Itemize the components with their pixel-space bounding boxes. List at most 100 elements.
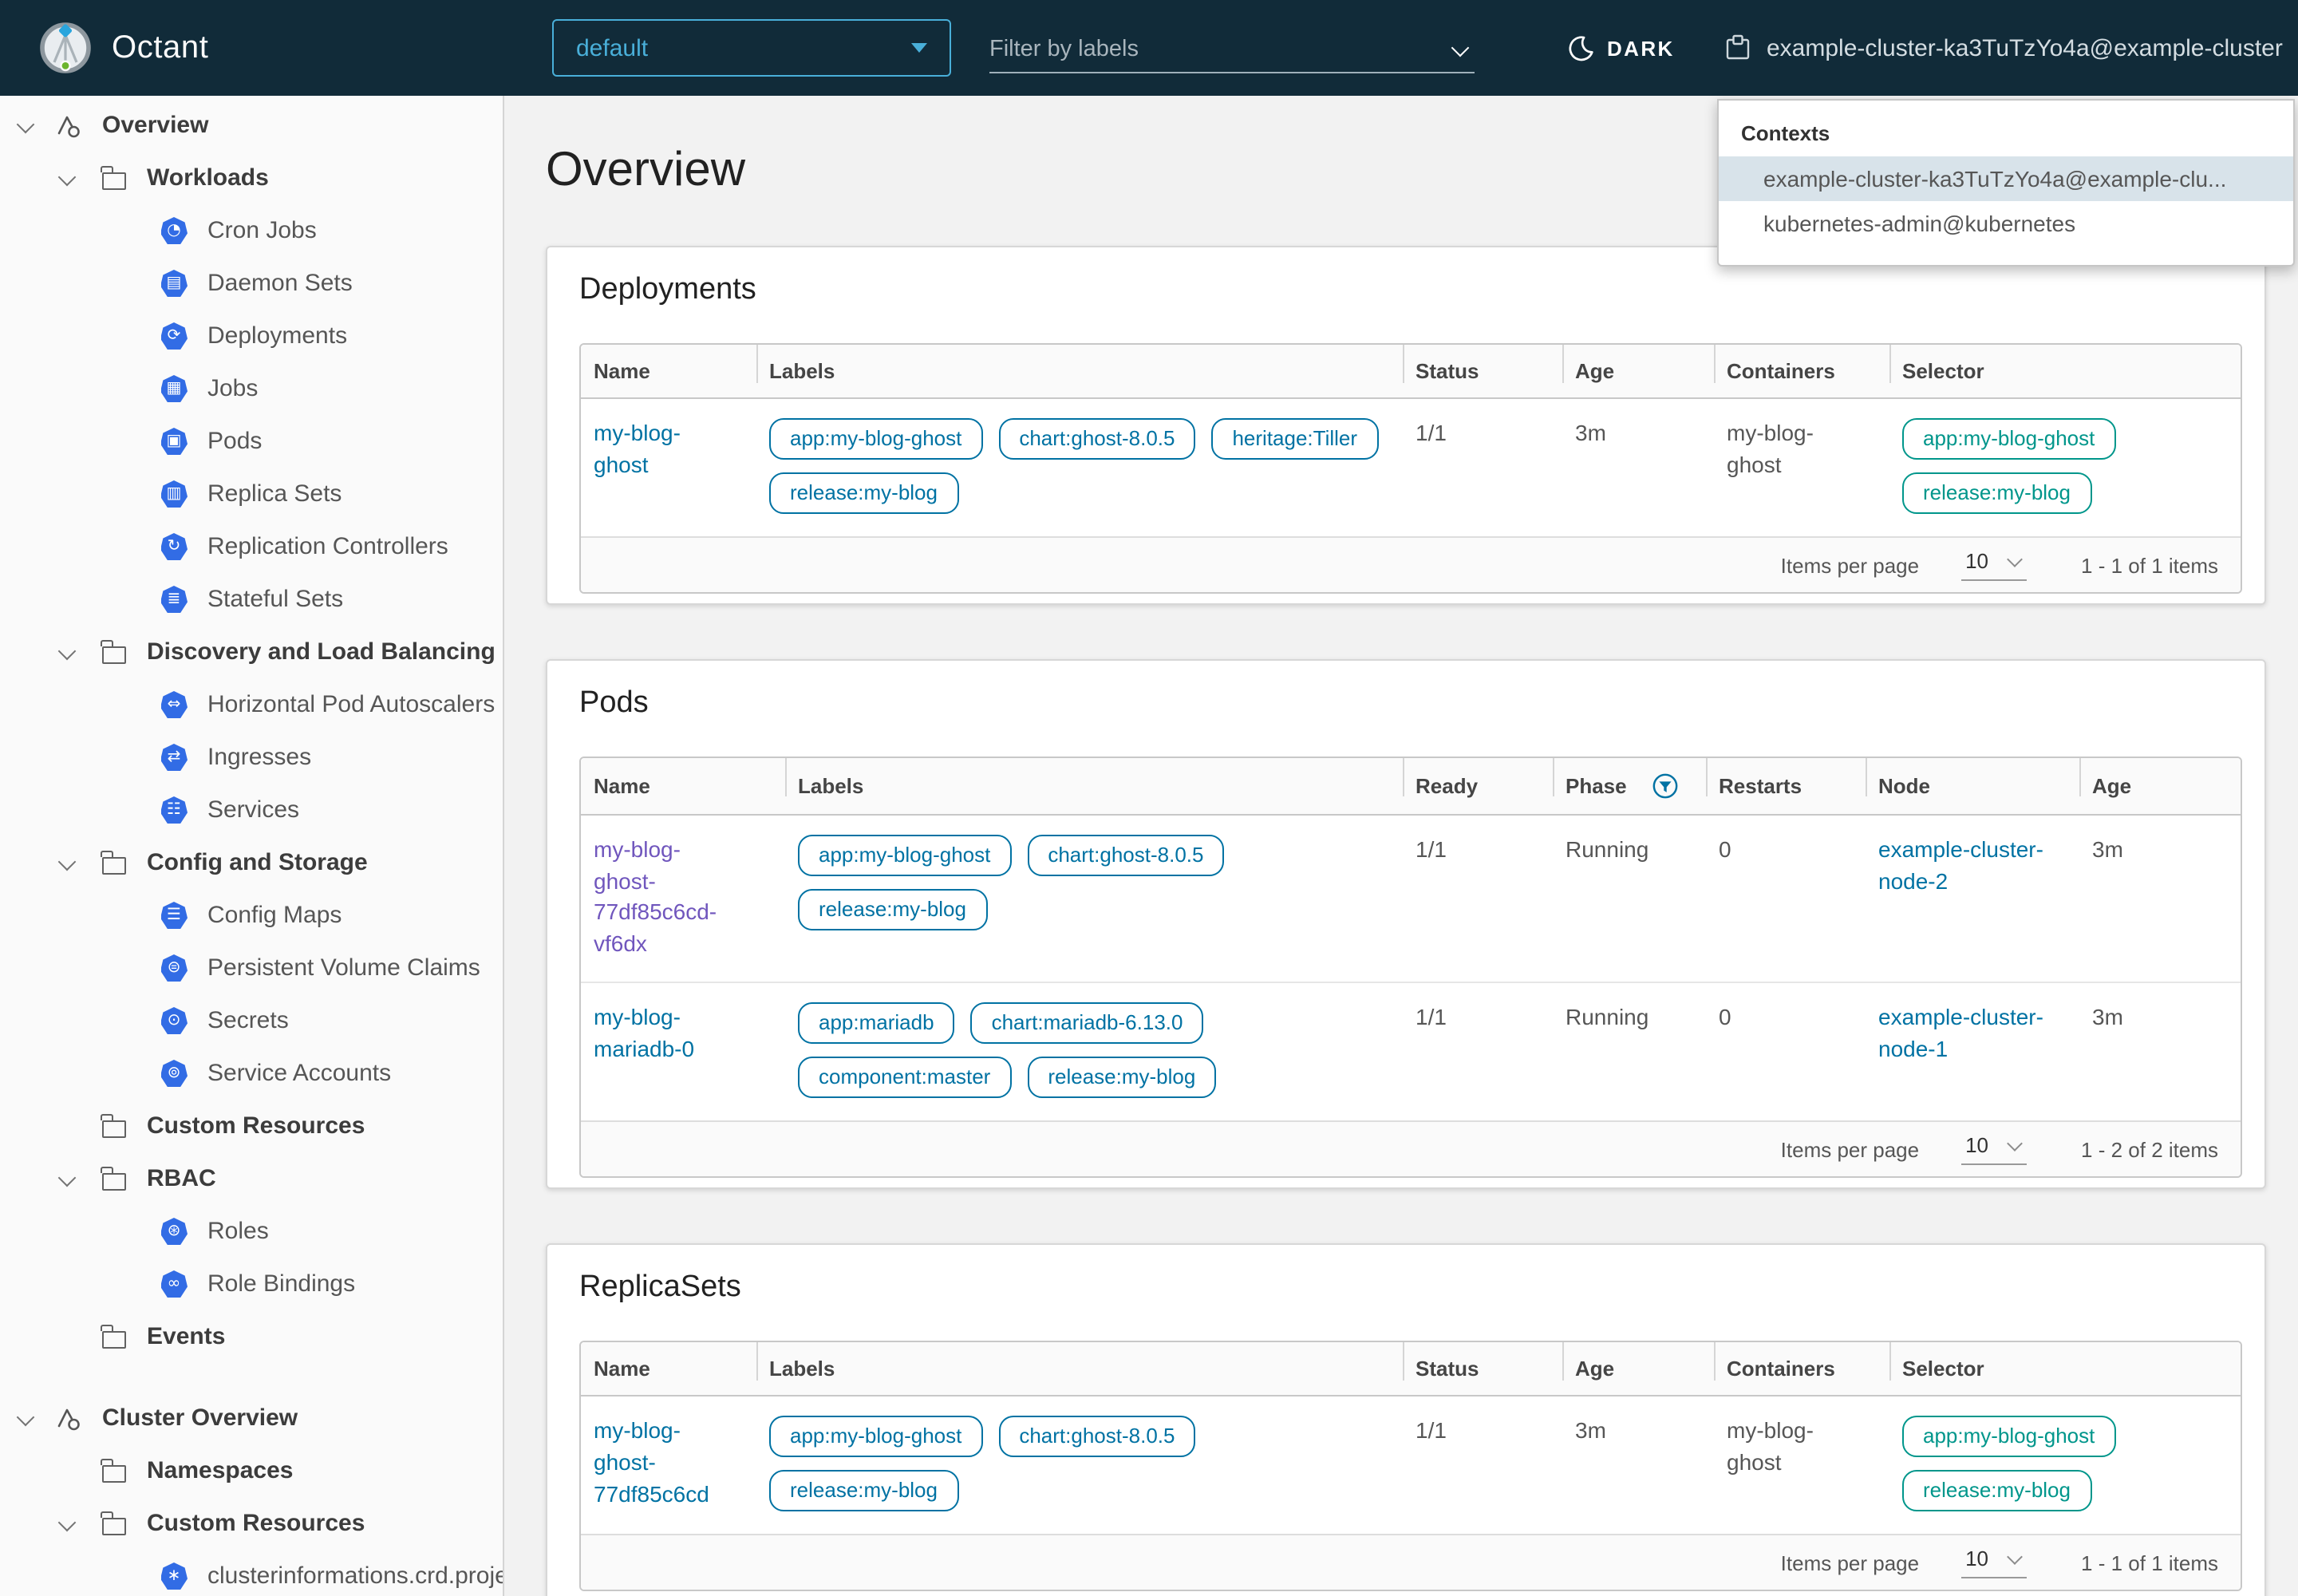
label-tag[interactable]: app:mariadb — [798, 1003, 955, 1045]
sidebar-item-role-bindings[interactable]: Role Bindings — [0, 1258, 503, 1310]
node-link[interactable]: example-cluster-node-2 — [1878, 836, 2057, 862]
sidebar-item-ingresses[interactable]: Ingresses — [0, 731, 503, 784]
column-header-name[interactable]: Name — [581, 345, 756, 397]
label-tag[interactable]: app:my-blog-ghost — [798, 835, 1011, 876]
column-header-status[interactable]: Status — [1403, 1343, 1562, 1396]
chevron-down-icon[interactable] — [57, 1514, 77, 1533]
label-tag[interactable]: release:my-blog — [769, 472, 958, 514]
label-tag[interactable]: chart:ghost-8.0.5 — [998, 418, 1195, 460]
sidebar-item-overview[interactable]: Overview — [0, 99, 503, 152]
filter-icon[interactable] — [1652, 772, 1680, 800]
pod-link[interactable]: my-blog-ghost-77df85c6cd-vf6dx — [594, 836, 740, 862]
theme-toggle[interactable]: DARK — [1567, 0, 1675, 96]
selector-tag[interactable]: release:my-blog — [1902, 472, 2091, 514]
label-filter-input[interactable] — [989, 36, 1446, 61]
deployment-link[interactable]: my-blog-ghost — [594, 420, 712, 445]
selector-tag[interactable]: app:my-blog-ghost — [1902, 1416, 2115, 1458]
replicaset-link[interactable]: my-blog-ghost-77df85c6cd — [594, 1418, 737, 1444]
chevron-down-icon[interactable] — [57, 853, 77, 872]
sidebar-item-custom-resources[interactable]: Custom Resources — [0, 1100, 503, 1152]
label-tag[interactable]: chart:ghost-8.0.5 — [1027, 835, 1224, 876]
chevron-down-icon[interactable] — [1452, 41, 1468, 57]
deployments-table: Name Labels Status Age Containers Select… — [579, 343, 2242, 594]
sidebar-item-discovery-and-load-balancing[interactable]: Discovery and Load Balancing — [0, 626, 503, 678]
label-tag[interactable]: component:master — [798, 1057, 1011, 1099]
sidebar-item-config-maps[interactable]: Config Maps — [0, 889, 503, 942]
label-tag[interactable]: heritage:Tiller — [1211, 418, 1378, 460]
sidebar-item-cluster-custom-resources[interactable]: Custom Resources — [0, 1497, 503, 1550]
chevron-down-icon[interactable] — [57, 1169, 77, 1188]
page-size-select[interactable]: 10 — [1960, 1134, 2027, 1166]
selectors-group: app:my-blog-ghost release:my-blog — [1902, 1416, 2228, 1512]
sidebar-item-label: Ingresses — [207, 744, 311, 771]
sidebar-item-namespaces[interactable]: Namespaces — [0, 1444, 503, 1497]
sidebar-item-rbac[interactable]: RBAC — [0, 1152, 503, 1205]
sidebar-item-workloads[interactable]: Workloads — [0, 152, 503, 204]
sidebar-item-label: Role Bindings — [207, 1270, 355, 1298]
namespace-select[interactable]: default — [552, 19, 951, 77]
column-header-age[interactable]: Age — [1562, 1343, 1714, 1396]
sidebar-item-cluster-overview[interactable]: Cluster Overview — [0, 1392, 503, 1444]
sidebar-item-label: Replica Sets — [207, 480, 342, 508]
selector-tag[interactable]: app:my-blog-ghost — [1902, 418, 2115, 460]
column-header-labels[interactable]: Labels — [785, 758, 1403, 814]
sidebar-item-secrets[interactable]: Secrets — [0, 994, 503, 1047]
selector-tag[interactable]: release:my-blog — [1902, 1471, 2091, 1512]
chevron-down-icon[interactable] — [16, 116, 35, 135]
label-tag[interactable]: app:my-blog-ghost — [769, 1416, 982, 1458]
chevron-down-icon[interactable] — [16, 1408, 35, 1428]
sidebar-item-stateful-sets[interactable]: Stateful Sets — [0, 573, 503, 626]
label-tag[interactable]: app:my-blog-ghost — [769, 418, 982, 460]
column-header-restarts[interactable]: Restarts — [1706, 758, 1866, 814]
context-menu-item[interactable]: example-cluster-ka3TuTzYo4a@example-clu.… — [1719, 156, 2293, 201]
sidebar-item-events[interactable]: Events — [0, 1310, 503, 1363]
context-selector[interactable]: example-cluster-ka3TuTzYo4a@example-clus… — [1724, 0, 2298, 96]
sidebar-item-config-and-storage[interactable]: Config and Storage — [0, 836, 503, 889]
job-icon — [160, 375, 188, 402]
column-header-ready[interactable]: Ready — [1403, 758, 1553, 814]
column-header-labels[interactable]: Labels — [756, 345, 1403, 397]
column-header-node[interactable]: Node — [1866, 758, 2079, 814]
column-header-status[interactable]: Status — [1403, 345, 1562, 397]
sidebar-item-label: Daemon Sets — [207, 270, 353, 297]
column-header-labels[interactable]: Labels — [756, 1343, 1403, 1396]
sidebar-item-services[interactable]: Services — [0, 784, 503, 836]
label-tag[interactable]: chart:mariadb-6.13.0 — [971, 1003, 1204, 1045]
column-header-age[interactable]: Age — [1562, 345, 1714, 397]
column-header-selector[interactable]: Selector — [1889, 1343, 2241, 1396]
page-size-select[interactable]: 10 — [1960, 1547, 2027, 1579]
column-header-name[interactable]: Name — [581, 1343, 756, 1396]
sidebar-item-jobs[interactable]: Jobs — [0, 362, 503, 415]
column-header-phase[interactable]: Phase — [1553, 758, 1706, 814]
label-tag[interactable]: release:my-blog — [1027, 1057, 1216, 1099]
column-header-selector[interactable]: Selector — [1889, 345, 2241, 397]
sidebar-item-service-accounts[interactable]: Service Accounts — [0, 1047, 503, 1100]
sidebar-item-deployments[interactable]: Deployments — [0, 310, 503, 362]
column-header-age[interactable]: Age — [2079, 758, 2241, 814]
sidebar-item-roles[interactable]: Roles — [0, 1205, 503, 1258]
sidebar-item-replica-sets[interactable]: Replica Sets — [0, 468, 503, 520]
column-header-containers[interactable]: Containers — [1714, 1343, 1889, 1396]
sidebar-item-daemon-sets[interactable]: Daemon Sets — [0, 257, 503, 310]
chevron-down-icon[interactable] — [57, 168, 77, 188]
pod-link[interactable]: my-blog-mariadb-0 — [594, 1005, 740, 1030]
context-menu-item[interactable]: kubernetes-admin@kubernetes — [1719, 201, 2293, 246]
folder-icon — [99, 851, 128, 874]
label-tag[interactable]: chart:ghost-8.0.5 — [998, 1416, 1195, 1458]
sidebar-item-persistent-volume-claims[interactable]: Persistent Volume Claims — [0, 942, 503, 994]
sidebar-item-pods[interactable]: Pods — [0, 415, 503, 468]
table-header-row: Name Labels Status Age Containers Select… — [581, 345, 2241, 399]
node-link[interactable]: example-cluster-node-1 — [1878, 1005, 2057, 1030]
chevron-down-icon — [2008, 1139, 2022, 1153]
sidebar-item-cron-jobs[interactable]: Cron Jobs — [0, 204, 503, 257]
label-tag[interactable]: release:my-blog — [769, 1471, 958, 1512]
sidebar-item-clusterinformations-crd[interactable]: clusterinformations.crd.projec — [0, 1550, 503, 1596]
label-tag[interactable]: release:my-blog — [798, 889, 987, 930]
column-header-containers[interactable]: Containers — [1714, 345, 1889, 397]
sidebar-item-horizontal-pod-autoscalers[interactable]: Horizontal Pod Autoscalers — [0, 678, 503, 731]
sidebar-item-replication-controllers[interactable]: Replication Controllers — [0, 520, 503, 573]
sidebar-nav: Overview Workloads Cron Jobs Daemon Sets… — [0, 96, 504, 1596]
column-header-name[interactable]: Name — [581, 758, 785, 814]
page-size-select[interactable]: 10 — [1960, 549, 2027, 581]
chevron-down-icon[interactable] — [57, 642, 77, 662]
